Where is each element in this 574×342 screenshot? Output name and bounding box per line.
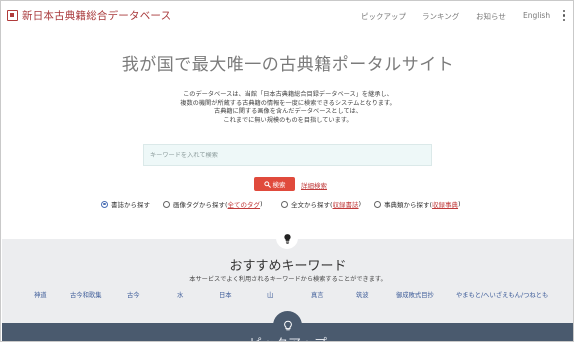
keyword-link[interactable]: 古今和歌集 <box>70 290 101 299</box>
lightbulb-icon <box>283 233 291 244</box>
keyword-link[interactable]: 古今 <box>127 290 140 299</box>
search-box <box>143 144 432 166</box>
search-mode-fulltext[interactable]: 全文から探す(収録書誌) <box>281 199 361 209</box>
radio-label: 画像タグから探す( <box>173 201 228 209</box>
search-mode-dictionary[interactable]: 事典類から探す(収録事典) <box>374 199 461 209</box>
nav-ranking[interactable]: ランキング <box>422 11 459 22</box>
site-logo[interactable]: 新日本古典籍総合データベース <box>7 8 171 23</box>
page-frame: 新日本古典籍総合データベース ピックアップ ランキング お知らせ English… <box>0 0 574 342</box>
radio-label: 全文から探す( <box>291 201 333 209</box>
advanced-search-link[interactable]: 詳細検索 <box>301 180 327 190</box>
search-icon <box>263 180 271 188</box>
radio-unchecked-icon[interactable] <box>374 200 381 208</box>
description-line: 複数の機関が所蔵する古典籍の情報を一度に検索できるシステムとなります。 <box>180 99 396 107</box>
site-header: 新日本古典籍総合データベース ピックアップ ランキング お知らせ English <box>1 1 573 31</box>
recommended-keywords-title: おすすめキーワード <box>229 259 347 274</box>
search-input[interactable] <box>150 151 431 159</box>
keyword-link[interactable]: 筑波 <box>356 290 369 299</box>
description-line: 古典籍に関する画像を含んだデータベースとしては、 <box>214 108 362 116</box>
logo-square-icon <box>7 10 18 21</box>
keyword-link[interactable]: 水 <box>177 290 183 299</box>
search-button[interactable]: 検索 <box>254 177 295 191</box>
radio-checked-icon[interactable] <box>101 200 108 208</box>
nav-english[interactable]: English <box>523 11 550 20</box>
keyword-link[interactable]: 山 <box>267 290 273 299</box>
keyword-link[interactable]: 日本 <box>219 290 232 299</box>
search-mode-bibliography[interactable]: 書誌から探す <box>101 199 150 209</box>
radio-label-suffix: ) <box>260 200 263 208</box>
lightbulb-badge <box>276 227 298 249</box>
description-line: これまでに無い規模のものを目指しています。 <box>223 116 353 124</box>
keyword-link[interactable]: 真言 <box>311 290 324 299</box>
nav-news[interactable]: お知らせ <box>476 11 506 22</box>
included-bibliography-link[interactable]: 収録書誌 <box>333 199 359 209</box>
recommended-keywords-subtitle: 本サービスでよく利用されるキーワードから検索することができます。 <box>189 276 387 283</box>
description-line: このデータベースは、当館「日本古典籍総合目録データベース」を継承し、 <box>183 91 393 98</box>
keyword-link[interactable]: 神道 <box>34 290 47 299</box>
pickup-section-title: ピックアップ <box>1 333 573 341</box>
radio-label-suffix: ) <box>458 200 461 208</box>
search-button-label: 検索 <box>272 181 286 189</box>
keyword-link[interactable]: やまもと/へいざえもん/つねとも <box>456 290 548 299</box>
logo-text: 新日本古典籍総合データベース <box>22 10 172 22</box>
page-title: 我が国で最大唯一の古典籍ポータルサイト <box>121 55 455 75</box>
kebab-menu-icon[interactable] <box>562 10 566 21</box>
search-mode-group: 書誌から探す 画像タグから探す(全てのタグ) 全文から探す(収録書誌) 事典類か… <box>101 199 481 211</box>
search-mode-image-tag[interactable]: 画像タグから探す(全てのタグ) <box>163 199 263 209</box>
lightbulb-outline-icon <box>283 320 292 330</box>
all-tags-link[interactable]: 全てのタグ <box>228 199 261 209</box>
nav-pickup[interactable]: ピックアップ <box>361 11 406 22</box>
radio-label: 事典類から探す( <box>384 201 433 209</box>
site-description: このデータベースは、当館「日本古典籍総合目録データベース」を継承し、 複数の機関… <box>1 91 573 125</box>
radio-label-suffix: ) <box>358 200 362 208</box>
radio-unchecked-icon[interactable] <box>163 200 170 208</box>
radio-label: 書誌から探す <box>111 201 150 209</box>
radio-unchecked-icon[interactable] <box>281 200 288 208</box>
included-dictionaries-link[interactable]: 収録事典 <box>432 199 458 209</box>
keyword-link[interactable]: 御成敗式目抄 <box>396 290 434 299</box>
